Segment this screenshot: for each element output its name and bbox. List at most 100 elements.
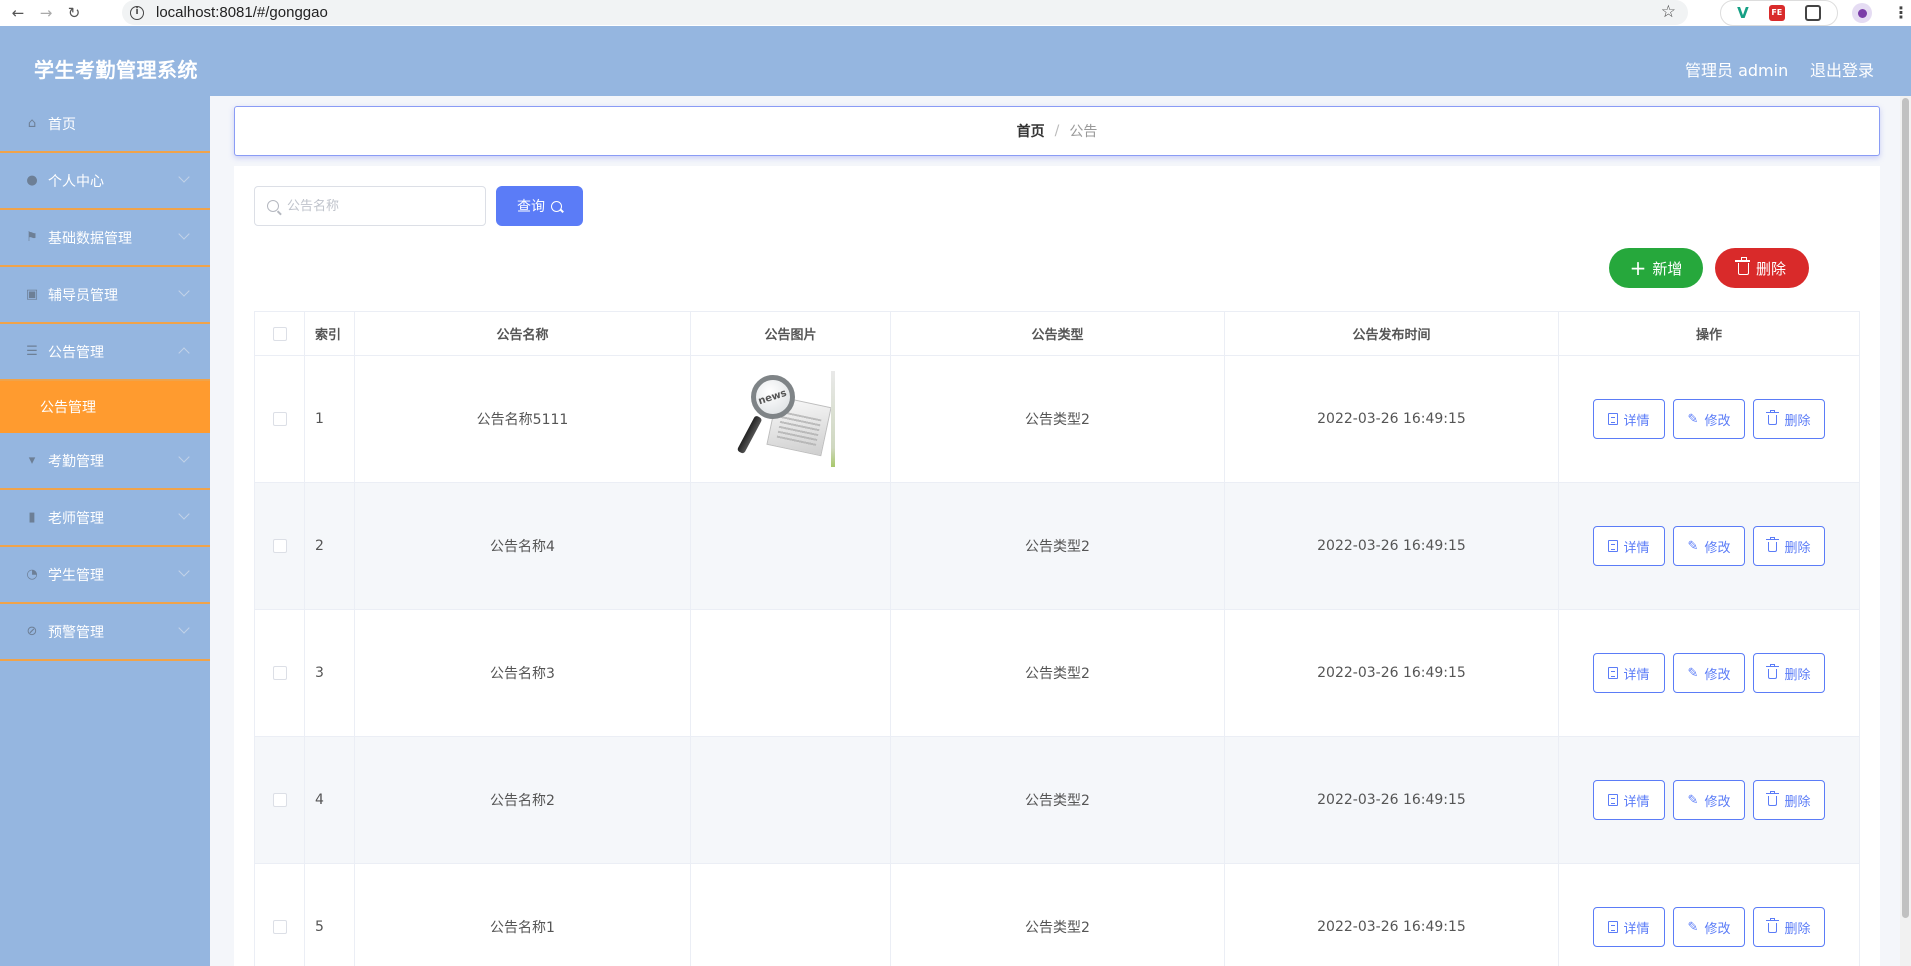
sidebar-item-teacher[interactable]: ▮ 老师管理 — [0, 490, 210, 547]
table-row: 5 公告名称1 公告类型2 2022-03-26 16:49:15 详情 ✎ 修改… — [255, 864, 1859, 966]
sidebar-item-label: 老师管理 — [48, 510, 104, 527]
search-field[interactable] — [254, 186, 486, 226]
row-image-empty — [691, 864, 891, 966]
delete-label: 删除 — [1784, 540, 1811, 556]
site-info-icon[interactable]: i — [130, 5, 144, 20]
detail-label: 详情 — [1623, 540, 1650, 556]
url-text[interactable]: localhost:8081/#/gonggao — [156, 4, 328, 21]
batch-delete-button[interactable]: 删除 — [1715, 248, 1809, 288]
row-checkbox[interactable] — [272, 412, 287, 426]
row-time: 2022-03-26 16:49:15 — [1225, 864, 1559, 966]
extensions-group: V FE — [1720, 0, 1838, 26]
vue-devtools-icon[interactable]: V — [1737, 4, 1749, 22]
bookmark-star-icon[interactable]: ☆ — [1661, 2, 1676, 22]
breadcrumb-home[interactable]: 首页 — [1017, 121, 1045, 141]
reload-icon[interactable]: ↻ — [64, 3, 84, 23]
sidebar-item-home[interactable]: ⌂ 首页 — [0, 96, 210, 153]
detail-label: 详情 — [1623, 413, 1650, 429]
back-icon[interactable]: ← — [8, 3, 28, 23]
delete-button[interactable]: 删除 — [1753, 399, 1826, 439]
row-image-empty — [691, 610, 891, 736]
query-button-label: 查询 — [517, 199, 545, 215]
sidebar-item-student[interactable]: ◔ 学生管理 — [0, 547, 210, 604]
column-header: 公告图片 — [691, 312, 891, 355]
delete-button[interactable]: 删除 — [1753, 526, 1826, 566]
row-name: 公告名称5111 — [355, 356, 691, 482]
notice-thumbnail[interactable]: news — [736, 369, 839, 469]
edit-button[interactable]: ✎ 修改 — [1672, 399, 1746, 439]
row-type: 公告类型2 — [891, 864, 1225, 966]
query-button[interactable]: 查询 — [496, 186, 583, 226]
bar-chart-icon: ▮ — [28, 510, 36, 525]
browser-toolbar: ← → ↻ i localhost:8081/#/gonggao ☆ V FE … — [0, 0, 1911, 26]
chevron-down-icon — [178, 622, 190, 634]
select-all-checkbox[interactable] — [272, 326, 287, 341]
sidebar-item-attendance[interactable]: ▾ 考勤管理 — [0, 433, 210, 490]
fe-extension-icon[interactable]: FE — [1768, 5, 1785, 21]
column-header: 公告发布时间 — [1225, 312, 1559, 355]
app-header: 学生考勤管理系统 管理员 admin 退出登录 — [0, 35, 1911, 96]
sidebar-item-personal[interactable]: ● 个人中心 — [0, 153, 210, 210]
row-index: 4 — [305, 737, 355, 863]
detail-button[interactable]: 详情 — [1592, 907, 1665, 947]
row-name: 公告名称1 — [355, 864, 691, 966]
chevron-down-icon — [178, 171, 190, 183]
current-user-label: 管理员 admin — [1685, 61, 1789, 80]
logout-link[interactable]: 退出登录 — [1810, 57, 1874, 81]
edit-icon: ✎ — [1687, 411, 1699, 427]
detail-button[interactable]: 详情 — [1592, 399, 1665, 439]
edit-button[interactable]: ✎ 修改 — [1672, 653, 1746, 693]
row-checkbox[interactable] — [272, 920, 287, 934]
trash-icon — [1734, 257, 1750, 275]
edit-icon: ✎ — [1687, 665, 1699, 681]
sidebar-item-basic-data[interactable]: ⚑ 基础数据管理 — [0, 210, 210, 267]
document-icon — [1607, 413, 1618, 425]
browser-menu-icon[interactable]: ⋮ — [1893, 3, 1909, 22]
profile-avatar-icon[interactable] — [1852, 3, 1872, 23]
column-header: 公告名称 — [355, 312, 691, 355]
detail-label: 详情 — [1623, 794, 1650, 810]
sidebar-item-counselor[interactable]: ▣ 辅导员管理 — [0, 267, 210, 324]
edit-label: 修改 — [1704, 794, 1731, 810]
row-image-empty — [691, 737, 891, 863]
chevron-down-icon — [178, 565, 190, 577]
notice-table: 索引 公告名称 公告图片 公告类型 公告发布时间 操作 1 公告名称5111 n… — [254, 311, 1860, 966]
sidebar-item-notice[interactable]: ☰ 公告管理 — [0, 324, 210, 381]
row-type: 公告类型2 — [891, 483, 1225, 609]
trash-icon — [1766, 918, 1780, 933]
row-type: 公告类型2 — [891, 737, 1225, 863]
delete-button[interactable]: 删除 — [1753, 653, 1826, 693]
edit-button[interactable]: ✎ 修改 — [1672, 780, 1746, 820]
detail-button[interactable]: 详情 — [1592, 653, 1665, 693]
magnifier-lens: news — [750, 375, 795, 419]
extensions-puzzle-icon[interactable] — [1804, 5, 1821, 21]
page-scrollbar-thumb[interactable] — [1902, 98, 1909, 918]
trash-icon — [1766, 664, 1780, 679]
detail-button[interactable]: 详情 — [1592, 526, 1665, 566]
edit-button[interactable]: ✎ 修改 — [1672, 907, 1746, 947]
document-icon — [1607, 794, 1618, 806]
sidebar-item-warning[interactable]: ⊘ 预警管理 — [0, 604, 210, 661]
table-header: 索引 公告名称 公告图片 公告类型 公告发布时间 操作 — [255, 312, 1859, 356]
detail-button[interactable]: 详情 — [1592, 780, 1665, 820]
document-icon — [1607, 667, 1618, 679]
sidebar-subitem-notice-management[interactable]: 公告管理 — [0, 381, 210, 433]
row-index: 3 — [305, 610, 355, 736]
edit-button[interactable]: ✎ 修改 — [1672, 526, 1746, 566]
address-bar[interactable]: i localhost:8081/#/gonggao ☆ — [122, 0, 1688, 25]
row-checkbox[interactable] — [272, 666, 287, 680]
magnifier-handle — [736, 415, 763, 455]
flag-icon: ⚑ — [26, 230, 38, 245]
row-checkbox[interactable] — [272, 793, 287, 807]
plus-icon: + — [1629, 256, 1647, 280]
edit-icon: ✎ — [1687, 919, 1699, 935]
forward-icon[interactable]: → — [36, 3, 56, 23]
delete-label: 删除 — [1784, 921, 1811, 937]
row-time: 2022-03-26 16:49:15 — [1225, 356, 1559, 482]
column-header: 公告类型 — [891, 312, 1225, 355]
delete-button[interactable]: 删除 — [1753, 780, 1826, 820]
delete-button[interactable]: 删除 — [1753, 907, 1826, 947]
search-input[interactable] — [287, 198, 477, 214]
row-checkbox[interactable] — [272, 539, 287, 553]
add-button[interactable]: + 新增 — [1609, 248, 1703, 288]
